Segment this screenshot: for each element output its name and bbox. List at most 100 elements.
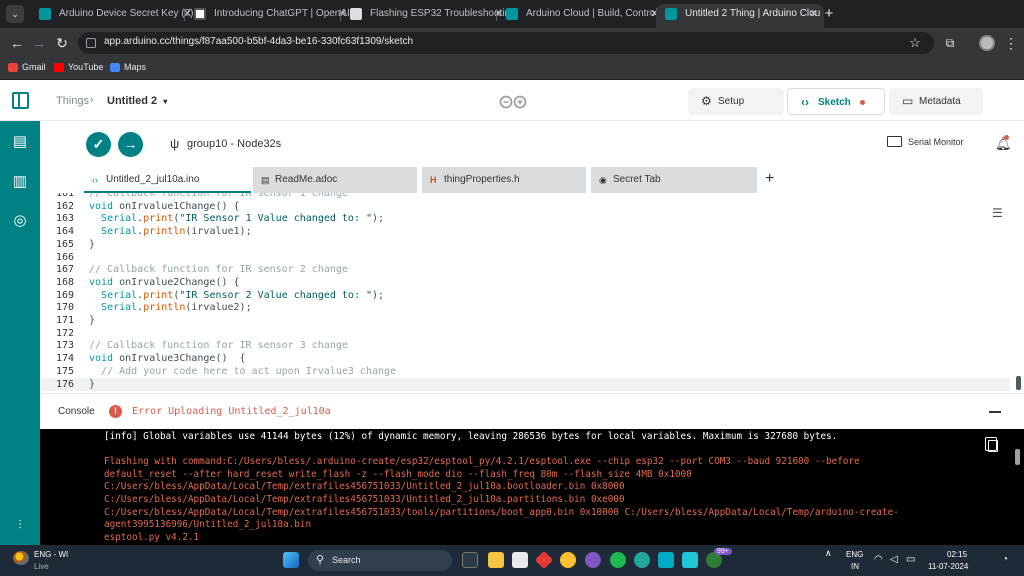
board-selector[interactable]: group10 - Node32s <box>187 138 281 150</box>
reload-icon[interactable]: ↻ <box>53 34 71 52</box>
url-field[interactable]: app.arduino.cc/things/f87aa500-b5bf-4da3… <box>78 32 934 54</box>
app-teal-icon[interactable] <box>682 552 698 568</box>
file-explorer-icon[interactable] <box>488 552 504 568</box>
tab-metadata[interactable]: ▭ Metadata <box>889 88 983 115</box>
code-line[interactable]: 172 <box>40 327 1010 340</box>
code-line[interactable]: 170 Serial.println(irvalue2); <box>40 301 1010 314</box>
upload-button[interactable]: → <box>118 132 143 157</box>
more-menu-icon[interactable]: ⋮ <box>1002 34 1020 52</box>
spotify-icon[interactable] <box>610 552 626 568</box>
browser-tab[interactable]: Introducing ChatGPT | OpenAI ✕ <box>185 4 353 28</box>
console-line: esptool.py v4.2.1 <box>104 531 200 543</box>
line-number: 169 <box>55 289 74 301</box>
file-tab-label: Secret Tab <box>613 174 661 185</box>
usb-icon: ψ <box>170 136 180 151</box>
breadcrumb-things[interactable]: Things <box>56 95 89 107</box>
battery-icon[interactable]: ▭ <box>906 554 915 565</box>
copy-icon[interactable] <box>985 437 998 452</box>
bookmark-youtube[interactable]: YouTube <box>54 62 103 72</box>
sidebar-toggle-icon[interactable] <box>12 92 29 109</box>
notifications-icon[interactable]: ◔ <box>1002 554 1008 565</box>
profile-avatar[interactable] <box>979 35 995 51</box>
new-tab-button[interactable]: + <box>820 5 838 23</box>
bookmark-label: Gmail <box>22 62 46 72</box>
close-icon[interactable]: ✕ <box>809 4 818 24</box>
reference-icon[interactable]: ◎ <box>11 212 29 230</box>
line-code: } <box>89 378 96 390</box>
chrome-icon[interactable] <box>560 552 576 568</box>
minimize-console-button[interactable] <box>989 411 1001 413</box>
editor-scrollbar[interactable] <box>1016 376 1021 390</box>
browser-tab[interactable]: Arduino Device Secret Key (7).p ✕ <box>30 4 198 28</box>
code-line[interactable]: 166 <box>40 251 1010 264</box>
libraries-icon[interactable]: ▥ <box>11 173 29 191</box>
browser-tab-strip: ⌄ Arduino Device Secret Key (7).p ✕ Intr… <box>0 0 1024 28</box>
windows-taskbar: ENG - WI Live ⚲ Search 99+ ∧ ENG IN ◠ ◁ … <box>0 545 1024 576</box>
code-line[interactable]: 175 // Add your code here to act upon Ir… <box>40 365 1010 378</box>
settings-sliders-icon[interactable]: ⫶ <box>11 516 29 534</box>
bookmark-star-icon[interactable]: ☆ <box>906 34 924 52</box>
line-code: } <box>89 315 96 326</box>
weather-icon[interactable] <box>13 551 29 565</box>
code-line[interactable]: 168 void onIrvalue2Change() { <box>40 276 1010 289</box>
sketchbook-icon[interactable]: ▤ <box>11 133 29 151</box>
tab-title: Untitled 2 Thing | Arduino Clou <box>685 8 821 19</box>
code-line[interactable]: 171} <box>40 314 1010 327</box>
site-info-icon[interactable] <box>86 38 96 48</box>
console-scrollbar[interactable] <box>1015 449 1020 465</box>
code-line[interactable]: 163 Serial.print("IR Sensor 1 Value chan… <box>40 212 1010 225</box>
tray-up-arrow-icon[interactable]: ∧ <box>825 548 832 559</box>
windows-start-icon[interactable] <box>283 552 299 568</box>
code-editor[interactable]: ☰ 161// Callback function for IR sensor … <box>40 193 1024 393</box>
thing-title[interactable]: Untitled 2 ▾ <box>107 95 167 107</box>
console-output[interactable]: [info] Global variables use 41144 bytes … <box>40 429 1024 545</box>
code-line[interactable]: 162 void onIrvalue1Change() { <box>40 200 1010 213</box>
line-number: 176 <box>55 378 74 390</box>
code-line[interactable]: 176} <box>40 377 1010 391</box>
tab-search-icon[interactable]: ⌄ <box>6 5 24 23</box>
tab-setup[interactable]: ⚙ Setup <box>688 88 784 115</box>
photos-icon[interactable] <box>585 552 601 568</box>
line-code: // Callback function for IR sensor 2 cha… <box>89 264 348 276</box>
browser-tab[interactable]: Flashing ESP32 Troubleshooting ✕ <box>341 4 509 28</box>
file-tab-readme[interactable]: ▤ ReadMe.adoc <box>253 167 417 193</box>
file-tab-thingproperties[interactable]: H thingProperties.h <box>422 167 586 193</box>
app-red-icon[interactable] <box>534 550 554 570</box>
code-line[interactable]: 169 Serial.print("IR Sensor 2 Value chan… <box>40 289 1010 302</box>
bookmarks-bar: Gmail YouTube Maps <box>0 58 1024 80</box>
code-line[interactable]: 173 // Callback function for IR sensor 3 … <box>40 339 1010 352</box>
add-file-tab-button[interactable]: + <box>765 170 774 188</box>
file-tab-label: ReadMe.adoc <box>275 174 338 185</box>
serial-monitor-button[interactable]: Serial Monitor <box>887 136 964 147</box>
notepad-icon[interactable] <box>658 552 674 568</box>
wifi-icon[interactable]: ◠ <box>874 554 883 565</box>
file-tab-ino[interactable]: ‹› Untitled_2_jul10a.ino <box>84 167 251 193</box>
code-line[interactable]: 165} <box>40 238 1010 251</box>
gmail-icon <box>8 63 18 72</box>
code-line[interactable]: 167 // Callback function for IR sensor 2 … <box>40 263 1010 276</box>
bookmark-gmail[interactable]: Gmail <box>8 62 46 72</box>
code-file-icon: ‹› <box>92 175 98 185</box>
clock-time[interactable]: 02:15 <box>947 550 967 559</box>
store-icon[interactable] <box>512 552 528 568</box>
browser-tab[interactable]: Arduino Cloud | Build, Control, ✕ <box>497 4 665 28</box>
code-line[interactable]: 174 void onIrvalue3Change() { <box>40 352 1010 365</box>
browser-tab-active[interactable]: Untitled 2 Thing | Arduino Clou ✕ <box>656 4 824 28</box>
line-code: Serial.print("IR Sensor 2 Value changed … <box>101 289 385 301</box>
verify-button[interactable]: ✓ <box>86 132 111 157</box>
language-indicator[interactable]: ENG <box>846 550 863 559</box>
forward-icon[interactable]: → <box>30 34 48 52</box>
line-code: // Callback function for IR sensor 3 cha… <box>89 340 348 352</box>
extensions-icon[interactable]: ⧉ <box>941 34 959 52</box>
bookmark-label: Maps <box>124 62 147 72</box>
taskbar-search[interactable]: ⚲ Search <box>308 550 452 571</box>
edge-icon[interactable] <box>634 552 650 568</box>
file-tab-secret[interactable]: ◉ Secret Tab <box>591 167 757 193</box>
console-title: Console <box>58 406 95 417</box>
bookmark-maps[interactable]: Maps <box>110 62 146 72</box>
volume-icon[interactable]: ◁ <box>890 554 898 565</box>
back-icon[interactable]: ← <box>8 34 26 52</box>
tab-sketch[interactable]: ‹› Sketch <box>787 88 885 115</box>
task-view-icon[interactable] <box>462 552 478 568</box>
code-line[interactable]: 164 Serial.println(irvalue1); <box>40 225 1010 238</box>
